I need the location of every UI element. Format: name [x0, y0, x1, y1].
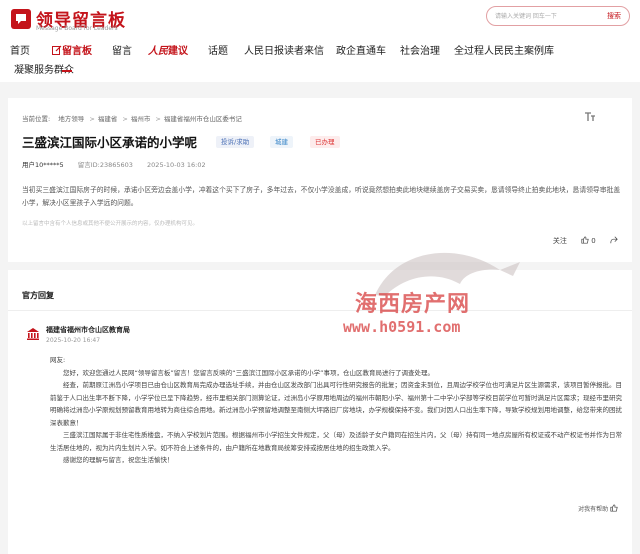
reply-greeting: 网友:	[50, 356, 66, 364]
like-count: 0	[591, 237, 596, 245]
breadcrumb-separator: >	[122, 115, 128, 123]
nav-item-label: 建议	[168, 46, 188, 57]
privacy-disclaimer: 以上留言中含有个人信息或其他不便公开展示的内容，仅办理机构可见。	[22, 221, 199, 227]
post-actions: 关注 0	[541, 236, 618, 246]
post-title: 三盛滨江国际小区承诺的小学呢	[22, 135, 198, 150]
main-nav: 首页 留言板 留言 人民建议 话题 人民日报读者来信 政企直通车 社会治理 全过…	[10, 40, 630, 80]
government-building-icon	[27, 328, 39, 340]
nav-item-serve-masses[interactable]: 凝聚服务群众	[14, 61, 74, 76]
nav-item-social-governance[interactable]: 社会治理	[400, 42, 440, 57]
post-content: 当初买三盛滨江国际房子的时候，承诺小区旁边会盖小学，冲着这个买下了房子，多年过去…	[22, 186, 621, 207]
reply-heading: 官方回复	[22, 291, 54, 300]
breadcrumb-separator: >	[89, 115, 95, 123]
reply-body: 网友: 您好，欢迎您通过人民网“领导留言板”留言！您留言反映的“三盛滨江国际小区…	[50, 354, 622, 467]
breadcrumb: 当前位置: 地方领导 > 福建省 > 福州市 > 福建省福州市仓山区委书记	[22, 113, 242, 123]
breadcrumb-item[interactable]: 福建省	[98, 115, 118, 123]
official-reply-card: 官方回复 福建省福州市仓山区教育局 2025-10-20 16:47 网友: 您…	[8, 270, 632, 554]
reply-paragraph: 三盛滨江国际属于非住宅性质楼盘，不纳入学校划片范围。根据福州市小学招生文件规定，…	[50, 431, 622, 452]
reply-time: 2025-10-20 16:47	[46, 337, 101, 344]
search-button[interactable]: 搜索	[607, 11, 621, 21]
breadcrumb-item[interactable]: 地方领导	[58, 115, 84, 123]
logo-subtitle: Message Board for Leaders	[36, 25, 118, 32]
nav-item-label: 留言板	[62, 46, 92, 57]
reply-paragraph: 经查，前期原江洲岛小学项目已由仓山区教育局完成办理选址手续，并由仓山区发改部门出…	[50, 381, 622, 427]
nav-item-enterprise-express[interactable]: 政企直通车	[336, 42, 386, 57]
status-badge: 已办理	[310, 136, 340, 148]
nav-item-topics[interactable]: 话题	[208, 42, 228, 57]
reply-paragraph: 您好，欢迎您通过人民网“领导留言板”留言！您留言反映的“三盛滨江国际小区承诺的小…	[63, 368, 434, 377]
tag-domain: 城建	[270, 136, 293, 148]
breadcrumb-separator: >	[155, 115, 161, 123]
breadcrumb-item[interactable]: 福州市	[131, 115, 151, 123]
reply-paragraph: 感谢您的理解与留言，祝您生活愉快！	[63, 456, 174, 464]
share-button[interactable]	[610, 236, 618, 245]
edit-icon	[52, 45, 62, 55]
renmin-brand-logo: 人民	[148, 46, 168, 57]
thumbs-up-icon	[610, 504, 618, 512]
post-date: 2025-10-03 16:02	[147, 161, 206, 169]
site-logo[interactable]: 领导留言板 Message Board for Leaders	[10, 6, 150, 32]
share-icon	[610, 236, 618, 244]
reply-org-name: 福建省福州市仓山区教育局	[46, 326, 130, 334]
thumbs-up-icon	[581, 236, 589, 244]
breadcrumb-label: 当前位置:	[22, 115, 51, 123]
nav-item-readers-letters[interactable]: 人民日报读者来信	[244, 42, 324, 57]
nav-item-suggestion[interactable]: 人民建议	[148, 42, 188, 57]
search-box: 搜索	[486, 6, 630, 26]
helpful-button[interactable]: 对我有帮助	[578, 504, 618, 513]
divider	[8, 310, 632, 311]
site-header: 领导留言板 Message Board for Leaders 搜索 首页 留言…	[0, 0, 640, 82]
post-user: 用户10*****5	[22, 161, 64, 169]
post-id: 留言ID:23865603	[77, 161, 133, 169]
nav-item-home[interactable]: 首页	[10, 42, 30, 57]
tag-complaint-type: 投诉/求助	[216, 136, 255, 148]
logo-mark-icon	[11, 9, 31, 29]
nav-item-message-board[interactable]: 留言板	[52, 42, 92, 57]
breadcrumb-item[interactable]: 福建省福州市仓山区委书记	[164, 115, 242, 123]
like-button[interactable]: 0	[581, 236, 598, 245]
font-size-icon[interactable]	[584, 112, 596, 122]
post-card: 当前位置: 地方领导 > 福建省 > 福州市 > 福建省福州市仓山区委书记 三盛滨江国…	[8, 98, 632, 262]
nav-item-democracy-cases[interactable]: 全过程人民民主案例库	[454, 42, 554, 57]
helpful-label: 对我有帮助	[578, 506, 609, 513]
nav-active-indicator	[62, 70, 72, 72]
follow-button[interactable]: 关注	[553, 237, 567, 245]
post-meta: 用户10*****5 留言ID:23865603 2025-10-03 16:0…	[22, 159, 218, 169]
nav-item-message[interactable]: 留言	[112, 42, 132, 57]
search-input[interactable]	[495, 10, 595, 23]
